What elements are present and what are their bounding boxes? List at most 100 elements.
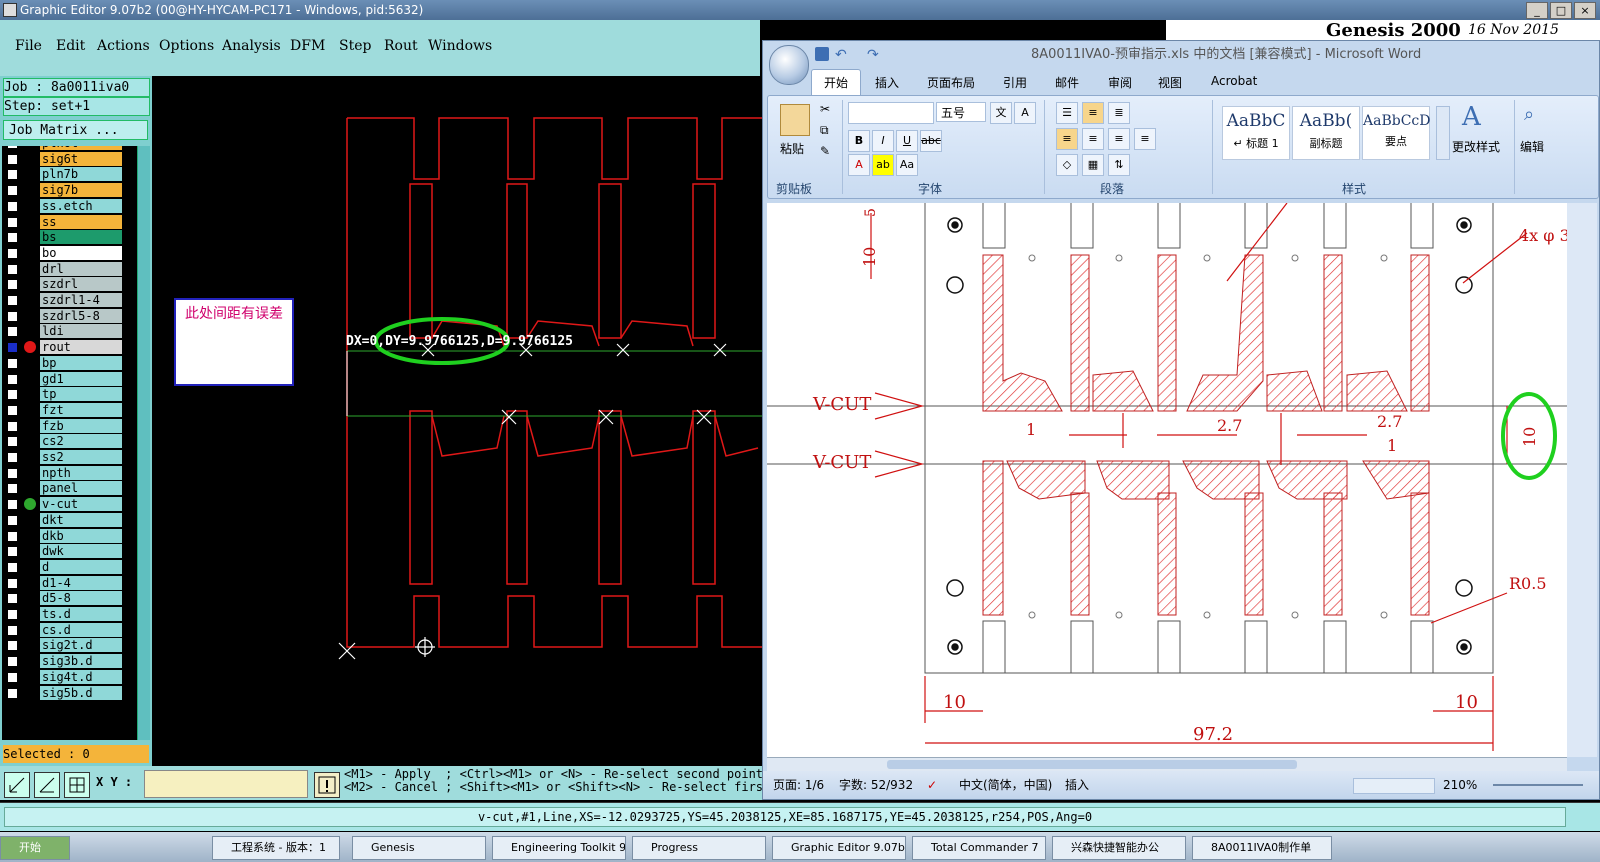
layer-name[interactable]: sig2t.d [40,638,122,653]
layer-checkbox[interactable] [7,624,18,636]
graphic-canvas[interactable] [152,76,762,766]
layer-checkbox[interactable] [7,263,18,275]
layer-checkbox[interactable] [7,452,18,463]
layer-checkbox[interactable] [7,561,18,573]
layer-row[interactable]: fzb [2,418,137,434]
layer-checkbox[interactable] [7,483,18,495]
close-button[interactable]: × [1574,2,1596,19]
layer-checkbox[interactable] [7,609,18,620]
style-subtitle[interactable]: AaBb( 副标题 [1292,106,1360,160]
layer-name[interactable]: sig5b.d [40,685,122,700]
page-count[interactable]: 页面: 1/6 [773,771,824,799]
layer-name[interactable]: pln7b [40,167,122,182]
undo-icon[interactable]: ↶ [835,41,847,69]
tab-insert[interactable]: 插入 [875,74,899,91]
layer-checkbox[interactable] [7,169,18,181]
layer-row[interactable]: sig6t [2,151,137,167]
layer-row[interactable]: sig4t.d [2,669,137,685]
align-center-icon[interactable]: ≡ [1082,128,1104,150]
layer-row[interactable]: bp [2,355,137,371]
layer-row[interactable]: pln6t [2,146,137,151]
menu-file[interactable]: File [15,38,42,54]
layer-name[interactable]: ts.d [40,607,122,621]
task-genesis[interactable]: Genesis [352,836,486,860]
task-engineering-system[interactable]: 工程系统 - 版本：1 [212,836,340,860]
layer-row[interactable]: dkb [2,528,137,544]
layer-name[interactable]: ldi [40,324,122,339]
font-color-button[interactable]: A [848,154,870,176]
bullets-icon[interactable]: ☰ [1056,102,1078,124]
layer-row[interactable]: cs.d [2,622,137,638]
start-button[interactable]: 开始 [0,836,70,860]
layer-row[interactable]: sig2t.d [2,638,137,653]
menu-step[interactable]: Step [339,38,371,54]
layer-row[interactable]: sig7b [2,183,137,198]
layer-name[interactable]: v-cut [40,497,122,512]
tab-layout[interactable]: 页面布局 [927,74,975,91]
layer-checkbox[interactable] [7,216,18,228]
tab-references[interactable]: 引用 [1003,74,1027,91]
layer-checkbox[interactable] [7,295,18,306]
layer-row[interactable]: fzt [2,402,137,418]
layer-row[interactable]: dwk [2,544,137,559]
spell-check-icon[interactable]: ✓ [927,771,937,799]
task-word-doc[interactable]: 8A0011IVA0制作单 [1192,836,1332,860]
strikethrough-button[interactable]: abc [920,130,942,152]
insert-mode[interactable]: 插入 [1065,771,1089,799]
save-icon[interactable] [815,47,829,61]
font-name-input[interactable] [848,102,934,124]
menu-windows[interactable]: Windows [428,38,492,54]
language[interactable]: 中文(简体，中国) [959,771,1052,799]
layer-name[interactable]: bs [40,230,122,245]
menu-analysis[interactable]: Analysis [222,38,281,54]
paste-label[interactable]: 粘贴 [780,140,804,157]
layer-row[interactable]: ts.d [2,607,137,622]
layer-row[interactable]: panel [2,481,137,496]
layer-name[interactable]: dkt [40,512,122,527]
layer-row[interactable]: szdrl5-8 [2,308,137,324]
highlight-button[interactable]: ab [872,154,894,176]
underline-button[interactable]: U [896,130,918,152]
layer-row[interactable]: bo [2,245,137,261]
layer-name[interactable]: szdrl5-8 [40,308,122,323]
layer-checkbox[interactable] [7,546,18,558]
layer-checkbox[interactable] [7,687,18,699]
layer-name[interactable]: tp [40,387,122,402]
layer-row[interactable]: npth [2,465,137,481]
measure-icon[interactable] [34,772,60,798]
layer-checkbox[interactable] [7,310,18,322]
layer-checkbox[interactable] [7,467,18,479]
change-case-button[interactable]: Aa [896,154,918,176]
task-graphic-editor[interactable]: Graphic Editor 9.07b [772,836,906,860]
layer-checkbox[interactable] [7,656,18,668]
layer-row[interactable]: tp [2,387,137,402]
layer-checkbox[interactable] [7,577,18,589]
task-total-commander[interactable]: Total Commander 7 [912,836,1046,860]
font-size-select[interactable]: 五号 [936,102,986,122]
job-matrix-button[interactable]: Job Matrix ... [3,120,148,140]
layer-checkbox[interactable] [7,357,18,369]
layer-checkbox[interactable] [7,200,18,212]
layer-checkbox[interactable] [7,640,18,652]
layer-checkbox[interactable] [7,404,18,416]
layer-checkbox[interactable] [7,326,18,338]
layer-name[interactable]: fzt [40,402,122,417]
layer-checkbox[interactable] [7,514,18,526]
layer-name[interactable]: sig3b.d [40,654,122,669]
layer-name[interactable]: rout [40,340,122,355]
layer-name[interactable]: szdrl [40,277,122,292]
style-emphasis[interactable]: AaBbCcD 要点 [1362,106,1430,160]
numbering-icon[interactable]: ≡ [1082,102,1104,124]
document-page[interactable]: V-CUT V-CUT 97.2 10 10 4x φ 3 R0.5 1 2.7… [767,203,1567,757]
italic-button[interactable]: I [872,130,894,152]
zoom-level[interactable]: 210% [1443,771,1477,799]
menu-actions[interactable]: Actions [97,38,150,54]
style-heading-1[interactable]: AaBbC ↵ 标题 1 [1222,106,1290,160]
layer-name[interactable]: sig7b [40,183,122,198]
layer-name[interactable]: bp [40,355,122,370]
layer-name[interactable]: ss.etch [40,198,122,213]
layer-checkbox[interactable] [7,232,18,244]
layer-checkbox[interactable] [7,436,18,448]
layer-row[interactable]: d1-4 [2,575,137,591]
menu-rout[interactable]: Rout [384,38,418,54]
